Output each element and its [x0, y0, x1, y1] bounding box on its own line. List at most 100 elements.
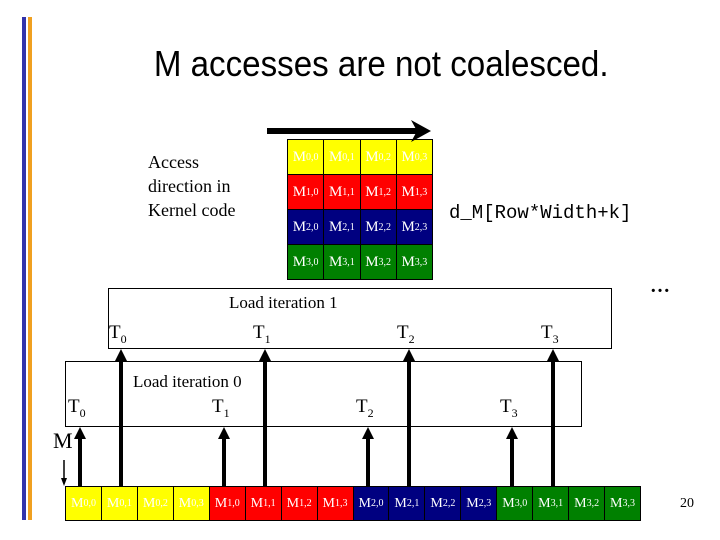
- memory-cell: M 3,3: [605, 487, 641, 521]
- cell-subscript: 2,2: [378, 221, 392, 233]
- matrix-cell: M 2,1: [324, 210, 361, 245]
- cell-base: M: [401, 253, 415, 270]
- cell-base: M: [106, 495, 120, 511]
- memory-cell: M 0,1: [101, 487, 138, 521]
- cell-base: M: [365, 218, 379, 235]
- matrix-cell: M 3,1: [324, 245, 361, 280]
- cell-subscript: 2,3: [414, 221, 428, 233]
- cell-subscript: 1,0: [227, 498, 240, 509]
- load-iteration-0-thread-2-arrow: [362, 427, 374, 486]
- cell-subscript: 1,1: [263, 498, 276, 509]
- thread-subscript: 0: [79, 406, 86, 420]
- memory-cell: M 3,0: [497, 487, 534, 521]
- cell-base: M: [214, 495, 228, 511]
- cell-subscript: 3,3: [622, 498, 636, 509]
- matrix-cell: M 1,3: [396, 175, 433, 210]
- memory-cell: M 2,2: [425, 487, 462, 521]
- cell-subscript: 1,2: [378, 186, 392, 198]
- cell-base: M: [322, 495, 335, 511]
- cell-subscript: 0,0: [306, 151, 319, 163]
- load-iteration-1-thread-label: T3: [541, 322, 559, 347]
- matrix-cell: M 1,0: [288, 175, 325, 210]
- linear-memory-strip: M 0,0 M 0,1 M 0,2 M 0,3 M 1,0 M 1,1 M 1,2 M 1,3 M 2,0 M 2,1…: [65, 486, 641, 521]
- matrix-cell: M 0,0: [288, 140, 325, 175]
- load-iteration-0-thread-label: T2: [356, 396, 374, 421]
- cell-subscript: 3,2: [378, 256, 392, 268]
- memory-cell: M 3,1: [533, 487, 570, 521]
- memory-start-arrow: [61, 460, 67, 486]
- cell-base: M: [365, 183, 379, 200]
- thread-subscript: 3: [511, 406, 518, 420]
- cell-base: M: [394, 495, 407, 511]
- cell-base: M: [401, 218, 415, 235]
- thread-base: T: [109, 322, 121, 343]
- matrix-grid: M 0,0 M 0,1 M 0,2 M 0,3 M 1,0 M 1,1 M 1,2 M 1,3 M 2,0 M 2,1…: [287, 139, 433, 280]
- load-iteration-0-thread-0-arrow: [74, 427, 86, 486]
- cell-base: M: [328, 218, 343, 235]
- cell-subscript: 0,3: [191, 498, 204, 509]
- thread-subscript: 3: [552, 332, 559, 346]
- cell-base: M: [538, 495, 551, 511]
- cell-subscript: 2,0: [306, 221, 319, 233]
- cell-subscript: 2,2: [442, 498, 456, 509]
- cell-subscript: 2,1: [342, 221, 355, 233]
- matrix-cell: M 0,3: [396, 140, 433, 175]
- cell-subscript: 3,1: [550, 498, 564, 509]
- thread-subscript: 1: [264, 332, 271, 346]
- cell-base: M: [401, 148, 415, 165]
- thread-base: T: [397, 322, 409, 343]
- memory-cell: M 1,1: [245, 487, 282, 521]
- memory-cell: M 3,2: [569, 487, 606, 521]
- cell-subscript: 3,3: [414, 256, 428, 268]
- cell-subscript: 0,2: [378, 151, 392, 163]
- cell-subscript: 2,3: [478, 498, 492, 509]
- cell-subscript: 0,0: [83, 498, 96, 509]
- cell-base: M: [292, 183, 307, 200]
- cell-base: M: [292, 148, 307, 165]
- matrix-cell: M 2,3: [396, 210, 433, 245]
- matrix-cell: M 3,3: [396, 245, 433, 280]
- cell-subscript: 0,1: [119, 498, 132, 509]
- matrix-cell: M 0,2: [360, 140, 397, 175]
- cell-subscript: 2,0: [370, 498, 384, 509]
- matrix-cell: M 3,2: [360, 245, 397, 280]
- cell-base: M: [142, 495, 156, 511]
- load-iteration-1-thread-label: T2: [397, 322, 415, 347]
- cell-base: M: [250, 495, 264, 511]
- slide-title: M accesses are not coalesced.: [153, 43, 609, 84]
- caption-line: Access: [148, 152, 199, 172]
- cell-subscript: 3,1: [342, 256, 355, 268]
- accent-bar-blue: [22, 17, 26, 520]
- ellipsis: …: [650, 275, 671, 297]
- cell-base: M: [286, 495, 300, 511]
- thread-subscript: 2: [367, 406, 374, 420]
- cell-base: M: [610, 495, 623, 511]
- thread-base: T: [253, 322, 265, 343]
- memory-cell: M 0,0: [66, 487, 102, 521]
- load-iteration-0-thread-label: T0: [68, 396, 86, 421]
- cell-subscript: 1,3: [335, 498, 348, 509]
- load-iteration-0-thread-1-arrow: [218, 427, 230, 486]
- memory-cell: M 0,2: [137, 487, 174, 521]
- thread-base: T: [68, 396, 80, 417]
- matrix-cell: M 3,0: [288, 245, 325, 280]
- memory-cell: M 0,3: [173, 487, 210, 521]
- cell-base: M: [401, 183, 415, 200]
- memory-cell: M 2,0: [353, 487, 390, 521]
- cell-base: M: [365, 148, 379, 165]
- matrix-cell: M 1,2: [360, 175, 397, 210]
- cell-subscript: 1,0: [306, 186, 319, 198]
- cell-subscript: 1,2: [299, 498, 312, 509]
- thread-subscript: 0: [120, 332, 127, 346]
- thread-base: T: [212, 396, 224, 417]
- load-iteration-1-label: Load iteration 1: [229, 293, 338, 312]
- load-iteration-1-thread-label: T0: [109, 322, 127, 347]
- cell-subscript: 2,1: [406, 498, 420, 509]
- cell-base: M: [178, 495, 192, 511]
- cell-subscript: 0,2: [155, 498, 168, 509]
- cell-subscript: 1,3: [414, 186, 428, 198]
- page-number: 20: [680, 496, 694, 511]
- load-iteration-1-box: [108, 288, 612, 349]
- load-iteration-0-thread-label: T1: [212, 396, 230, 421]
- cell-base: M: [70, 495, 84, 511]
